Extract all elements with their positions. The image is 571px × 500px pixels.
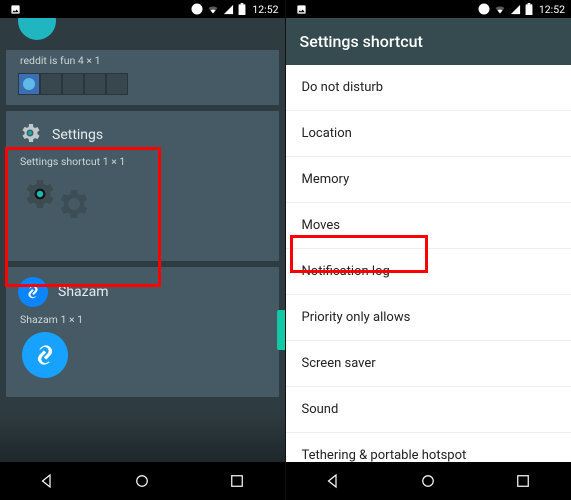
gear-icon — [18, 121, 42, 149]
reddit-icon — [23, 78, 35, 90]
no-sim-icon — [191, 3, 203, 15]
reddit-widget-label: reddit is fun 4 × 1 — [20, 54, 267, 67]
status-clock: 12:52 — [252, 3, 278, 16]
shazam-widget-label: Shazam 1 × 1 — [20, 313, 267, 326]
reddit-widget-preview — [18, 73, 267, 95]
list-item[interactable]: Memory — [286, 157, 571, 203]
toolbar: Settings shortcut — [286, 18, 571, 65]
list-item[interactable]: Sound — [286, 387, 571, 433]
nav-back-button[interactable] — [36, 470, 58, 492]
widget-group-shazam[interactable]: Shazam Shazam 1 × 1 — [6, 267, 279, 397]
list-item[interactable]: Priority only allows — [286, 295, 571, 341]
nav-recents-button[interactable] — [226, 470, 248, 492]
status-clock: 12:52 — [539, 3, 565, 16]
shazam-icon — [18, 277, 48, 307]
page-title: Settings shortcut — [300, 32, 423, 51]
list-item[interactable]: Tethering & portable hotspot — [286, 433, 571, 462]
nav-home-button[interactable] — [417, 470, 439, 492]
image-icon — [296, 4, 307, 15]
settings-widget-preview — [20, 174, 80, 218]
list-item[interactable]: Do not disturb — [286, 65, 571, 111]
nav-recents-button[interactable] — [512, 470, 534, 492]
nav-bar — [286, 462, 571, 500]
status-bar: 12:52 — [0, 0, 285, 18]
image-icon — [10, 4, 21, 15]
settings-title: Settings — [52, 127, 103, 143]
battery-icon — [525, 3, 533, 15]
list-item[interactable]: Notification log — [286, 249, 571, 295]
signal-icon — [223, 4, 234, 15]
wifi-icon — [207, 3, 219, 15]
phone-right-settings-shortcut: 12:52 Settings shortcut Do not disturb L… — [286, 0, 571, 500]
settings-widget-label: Settings shortcut 1 × 1 — [20, 155, 267, 168]
wifi-icon — [494, 3, 506, 15]
widget-group-settings[interactable]: Settings Settings shortcut 1 × 1 — [6, 111, 279, 261]
list-item[interactable]: Location — [286, 111, 571, 157]
list-item[interactable]: Screen saver — [286, 341, 571, 387]
widget-picker-content[interactable]: reddit is fun 4 × 1 Settings Settings sh… — [0, 18, 285, 462]
widget-group-reddit[interactable]: reddit is fun 4 × 1 — [6, 50, 279, 105]
shazam-title: Shazam — [58, 284, 108, 300]
shazam-widget-preview — [22, 332, 68, 378]
unknown-widget-peek — [18, 18, 56, 40]
nav-home-button[interactable] — [131, 470, 153, 492]
battery-icon — [238, 3, 246, 15]
status-bar: 12:52 — [286, 0, 571, 18]
signal-icon — [510, 4, 521, 15]
edge-indicator — [277, 310, 285, 350]
list-item[interactable]: Moves — [286, 203, 571, 249]
shortcut-list[interactable]: Do not disturb Location Memory Moves Not… — [286, 65, 571, 462]
nav-bar — [0, 462, 285, 500]
nav-back-button[interactable] — [322, 470, 344, 492]
phone-left-widget-picker: 12:52 reddit is fun 4 × 1 Settings — [0, 0, 286, 500]
no-sim-icon — [478, 3, 490, 15]
